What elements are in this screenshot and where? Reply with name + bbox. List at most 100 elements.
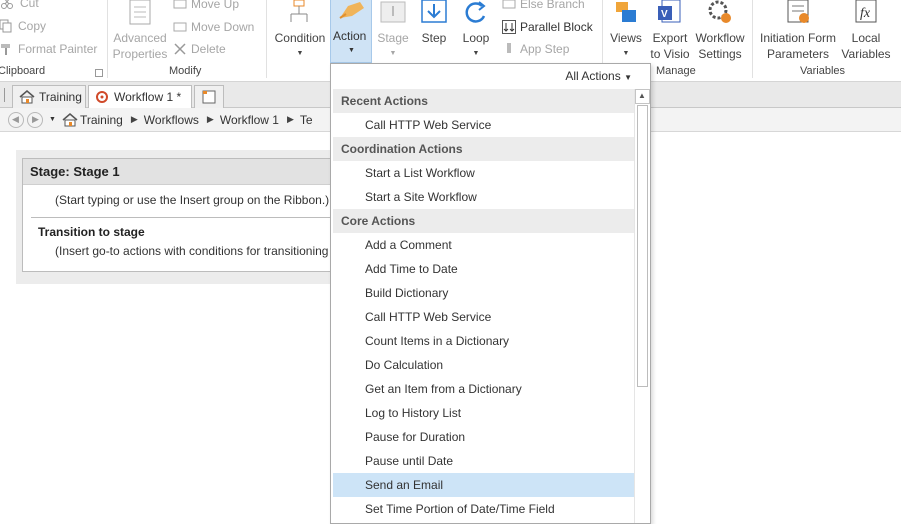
workflow-settings-label-1: Workflow (695, 31, 745, 45)
move-down-label: Move Down (191, 20, 255, 34)
parallel-block-button[interactable]: Parallel Block (502, 20, 593, 34)
visio-icon: V (654, 0, 686, 30)
copy-button[interactable]: Copy (0, 19, 46, 33)
move-up-icon (173, 0, 187, 11)
action-dropdown-menu: All Actions ▼ Recent Actions Call HTTP We… (330, 63, 651, 524)
action-button[interactable]: Action ▼ (330, 0, 372, 63)
stage-box[interactable]: Stage: Stage 1 (Start typing or use the … (22, 158, 342, 272)
svg-text:fx: fx (860, 6, 871, 21)
chevron-down-icon: ▼ (624, 73, 632, 82)
action-menu-item[interactable]: Add a Comment (333, 233, 634, 257)
history-dropdown-icon[interactable]: ▼ (49, 116, 56, 123)
local-variables-label-2: Variables (841, 47, 891, 61)
transition-hint[interactable]: (Insert go-to actions with conditions fo… (55, 244, 328, 258)
initiation-label-2: Parameters (766, 47, 830, 61)
move-down-button[interactable]: Move Down (173, 20, 254, 34)
all-actions-label: All Actions (565, 69, 621, 83)
delete-button[interactable]: Delete (173, 42, 226, 56)
export-label-2: to Visio (650, 47, 690, 61)
breadcrumb-separator-icon: ▶ (286, 114, 294, 124)
delete-label: Delete (191, 42, 226, 56)
stage-title[interactable]: Stage: Stage 1 (23, 159, 341, 185)
initiation-form-parameters-button[interactable]: Initiation Form Parameters (756, 0, 840, 62)
app-step-button[interactable]: App Step (502, 42, 569, 56)
views-label: Views (610, 31, 642, 45)
ribbon-separator (752, 0, 753, 78)
scroll-thumb[interactable] (637, 105, 648, 387)
action-menu-item[interactable]: Start a Site Workflow (333, 185, 634, 209)
action-menu-item[interactable]: Get an Item from a Dictionary (333, 377, 634, 401)
else-branch-icon (502, 0, 516, 11)
function-icon: fx (850, 0, 882, 30)
else-branch-button[interactable]: Else Branch (502, 0, 585, 11)
properties-icon (124, 0, 156, 30)
section-header: Recent Actions (333, 89, 634, 113)
forward-button[interactable]: ▶ (27, 111, 43, 128)
action-menu-item[interactable]: Log to History List (333, 401, 634, 425)
action-menu-item[interactable]: Call HTTP Web Service (333, 113, 634, 137)
breadcrumb-item[interactable]: Training (80, 113, 123, 127)
action-menu-item[interactable]: Call HTTP Web Service (333, 305, 634, 329)
else-branch-label: Else Branch (520, 0, 585, 11)
breadcrumb-item[interactable]: Workflows (144, 113, 199, 127)
copy-icon (0, 19, 12, 33)
dropdown-toolbar: All Actions ▼ (331, 64, 650, 88)
tab-workflow-1[interactable]: Workflow 1 * (88, 85, 192, 108)
tab-training-label: Training (39, 90, 82, 104)
step-button[interactable]: Step (416, 0, 452, 46)
svg-text:V: V (661, 9, 668, 20)
tab-scroll-left[interactable] (4, 88, 12, 102)
stage-dropdown-arrow: ▼ (389, 50, 397, 57)
initiation-label-1: Initiation Form (759, 31, 837, 45)
stage-label: Stage (377, 31, 409, 45)
workflow-settings-button[interactable]: Workflow Settings (692, 0, 748, 62)
stage-hint[interactable]: (Start typing or use the Insert group on… (55, 193, 329, 207)
move-up-button[interactable]: Move Up (173, 0, 239, 11)
back-button[interactable]: ◀ (8, 111, 24, 128)
condition-dropdown-arrow: ▼ (296, 50, 304, 57)
advanced-properties-button[interactable]: Advanced Properties (110, 0, 170, 62)
cut-button[interactable]: Cut (0, 0, 39, 10)
ribbon-separator (266, 0, 267, 78)
stage-button[interactable]: Stage ▼ (374, 0, 412, 62)
action-menu-item[interactable]: Pause until Date (333, 449, 634, 473)
dialog-launcher-icon[interactable] (95, 69, 103, 77)
action-menu-item[interactable]: Build Dictionary (333, 281, 634, 305)
export-to-visio-button[interactable]: V Export to Visio (648, 0, 692, 62)
breadcrumb-item[interactable]: Te (300, 113, 313, 127)
action-list: Recent Actions Call HTTP Web Service Coord… (333, 89, 634, 523)
loop-dropdown-arrow: ▼ (472, 50, 480, 57)
format-painter-button[interactable]: Format Painter (0, 42, 97, 56)
advanced-properties-label-2: Properties (112, 47, 168, 61)
advanced-properties-label-1: Advanced (113, 31, 167, 45)
new-tab-button[interactable] (194, 85, 224, 108)
step-icon (418, 0, 450, 30)
workflow-settings-label-2: Settings (698, 47, 742, 61)
tab-workflow-1-label: Workflow 1 * (114, 90, 182, 104)
all-actions-filter[interactable]: All Actions ▼ (565, 69, 632, 83)
action-menu-item[interactable]: Add Time to Date (333, 257, 634, 281)
ribbon-separator (107, 0, 108, 78)
loop-button[interactable]: Loop ▼ (458, 0, 494, 62)
move-down-icon (173, 20, 187, 34)
local-variables-label-1: Local (851, 31, 881, 45)
home-icon (19, 90, 35, 104)
views-button[interactable]: Views ▼ (606, 0, 646, 62)
breadcrumb-item[interactable]: Workflow 1 (220, 113, 279, 127)
tab-training[interactable]: Training (12, 85, 86, 108)
scrollbar[interactable]: ▲ (634, 89, 650, 523)
condition-button[interactable]: Condition ▼ (272, 0, 328, 62)
action-menu-item[interactable]: Start a List Workflow (333, 161, 634, 185)
loop-label: Loop (462, 31, 490, 45)
action-menu-item[interactable]: Pause for Duration (333, 425, 634, 449)
action-menu-item[interactable]: Count Items in a Dictionary (333, 329, 634, 353)
action-menu-item[interactable]: Set Time Portion of Date/Time Field (333, 497, 634, 521)
back-arrow-icon: ◀ (12, 113, 19, 124)
manage-group-label: Manage (656, 65, 696, 77)
scroll-up-button[interactable]: ▲ (635, 89, 650, 104)
action-menu-item[interactable]: Do Calculation (333, 353, 634, 377)
section-header: Core Actions (333, 209, 634, 233)
form-parameters-icon (782, 0, 814, 30)
action-menu-item[interactable]: Send an Email (333, 473, 634, 497)
local-variables-button[interactable]: fx Local Variables (840, 0, 892, 62)
